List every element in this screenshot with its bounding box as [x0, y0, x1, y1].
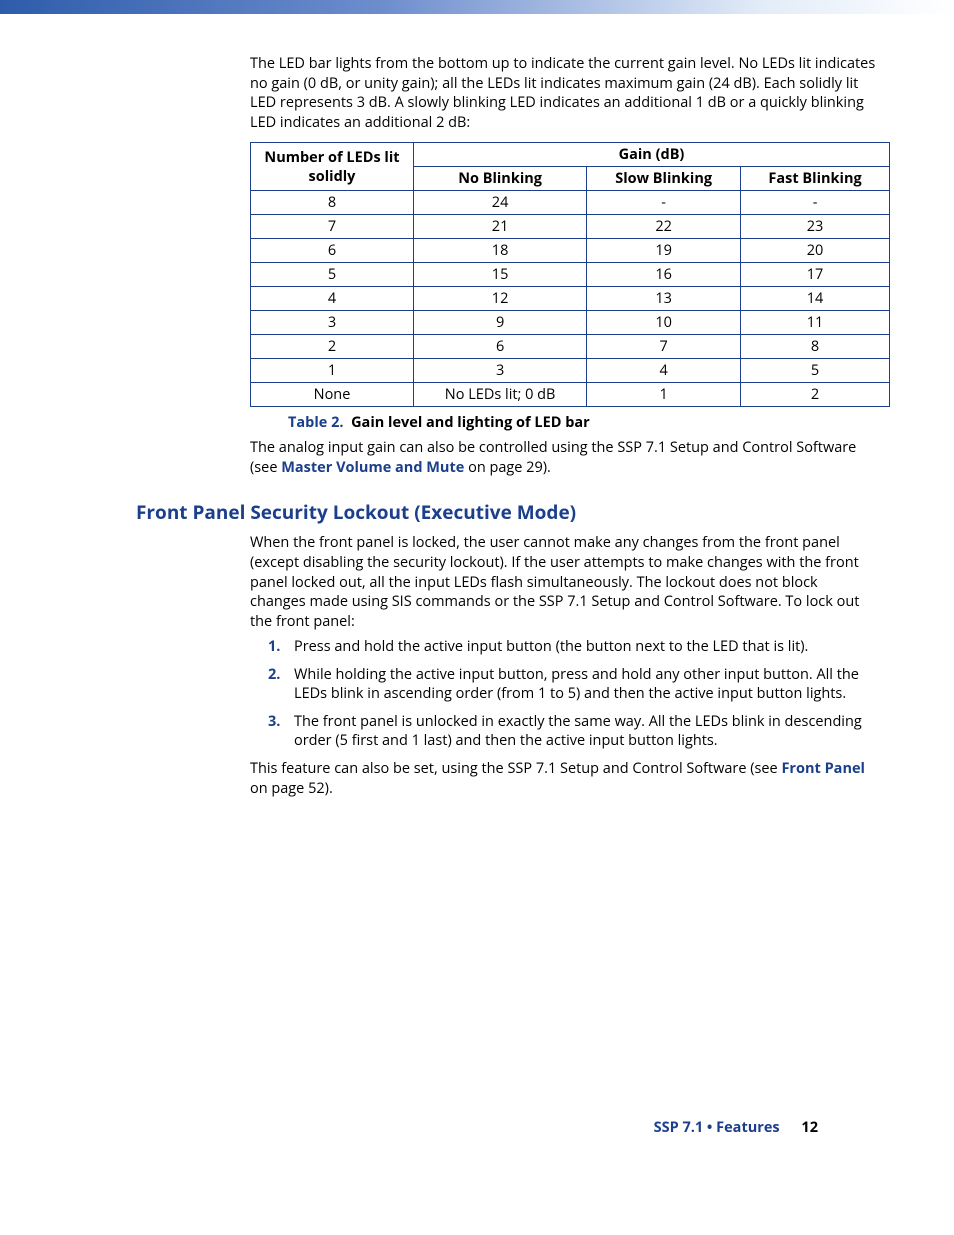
table-cell: 9 — [414, 311, 587, 335]
table-cell: 15 — [414, 263, 587, 287]
table-cell: 18 — [414, 239, 587, 263]
table-cell: 3 — [251, 311, 414, 335]
table-cell: - — [741, 191, 890, 215]
col-no-blinking: No Blinking — [414, 167, 587, 191]
table-row: 2678 — [251, 335, 890, 359]
step-text: Press and hold the active input button (… — [294, 637, 808, 656]
table-cell: 1 — [251, 359, 414, 383]
table-cell: 19 — [587, 239, 741, 263]
table-cell: 8 — [741, 335, 890, 359]
footer-page-number: 12 — [801, 1118, 818, 1137]
table-cell: 5 — [741, 359, 890, 383]
closing-paragraph: This feature can also be set, using the … — [250, 759, 876, 798]
list-item: 2. While holding the active input button,… — [268, 665, 886, 704]
step-marker: 1. — [268, 637, 280, 657]
table-row: 7212223 — [251, 215, 890, 239]
table-cell: 24 — [414, 191, 587, 215]
table-cell: 11 — [741, 311, 890, 335]
closing-pre: This feature can also be set, using the … — [250, 759, 781, 778]
table-row: 1345 — [251, 359, 890, 383]
table-row: 4121314 — [251, 287, 890, 311]
table-row: 6181920 — [251, 239, 890, 263]
table-cell: 14 — [741, 287, 890, 311]
table-row: 824-- — [251, 191, 890, 215]
page-content: The LED bar lights from the bottom up to… — [0, 54, 954, 1137]
step-text: While holding the active input button, p… — [294, 665, 859, 704]
steps-list: 1. Press and hold the active input button… — [268, 637, 886, 751]
table-cell: 3 — [414, 359, 587, 383]
table-cell: 1 — [587, 383, 741, 407]
step-marker: 3. — [268, 712, 280, 732]
step-marker: 2. — [268, 665, 280, 685]
col-gain: Gain (dB) — [414, 143, 890, 167]
table-cell: 8 — [251, 191, 414, 215]
list-item: 1. Press and hold the active input button… — [268, 637, 886, 657]
lockout-intro: When the front panel is locked, the user… — [250, 533, 876, 631]
table-cell: 16 — [587, 263, 741, 287]
caption-label: Table 2. — [288, 413, 344, 432]
after-table-paragraph: The analog input gain can also be contro… — [250, 438, 876, 477]
step-text: The front panel is unlocked in exactly t… — [294, 712, 862, 751]
table-cell: 17 — [741, 263, 890, 287]
table-cell: 21 — [414, 215, 587, 239]
page-footer: SSP 7.1 • Features 12 — [68, 1118, 886, 1137]
col-slow-blinking: Slow Blinking — [587, 167, 741, 191]
closing-post: on page 52). — [250, 779, 333, 798]
table-cell: 23 — [741, 215, 890, 239]
table-row: 391011 — [251, 311, 890, 335]
intro-paragraph: The LED bar lights from the bottom up to… — [250, 54, 876, 132]
col-leds: Number of LEDs lit solidly — [251, 143, 414, 191]
gain-table: Number of LEDs lit solidly Gain (dB) No … — [250, 142, 890, 407]
table-cell: 20 — [741, 239, 890, 263]
table-cell: 4 — [251, 287, 414, 311]
table-cell: 2 — [251, 335, 414, 359]
table-cell: 7 — [251, 215, 414, 239]
table-cell: 2 — [741, 383, 890, 407]
table-cell: 7 — [587, 335, 741, 359]
table-cell: None — [251, 383, 414, 407]
table-cell: 22 — [587, 215, 741, 239]
table-cell: 13 — [587, 287, 741, 311]
table-cell: 10 — [587, 311, 741, 335]
list-item: 3. The front panel is unlocked in exactly… — [268, 712, 886, 751]
table-row: 5151617 — [251, 263, 890, 287]
caption-text: Gain level and lighting of LED bar — [351, 413, 590, 432]
header-accent-bar — [0, 0, 954, 14]
table-row: NoneNo LEDs lit; 0 dB12 — [251, 383, 890, 407]
table-cell: 5 — [251, 263, 414, 287]
link-master-volume[interactable]: Master Volume and Mute — [281, 458, 464, 477]
link-front-panel[interactable]: Front Panel — [781, 759, 865, 778]
col-fast-blinking: Fast Blinking — [741, 167, 890, 191]
table-cell: 12 — [414, 287, 587, 311]
table-cell: - — [587, 191, 741, 215]
table-cell: 4 — [587, 359, 741, 383]
after-table-post: on page 29). — [464, 458, 551, 477]
footer-doc-title: SSP 7.1 • Features — [654, 1118, 780, 1137]
section-heading-lockout: Front Panel Security Lockout (Executive … — [136, 499, 886, 525]
table-cell: 6 — [251, 239, 414, 263]
table-cell: No LEDs lit; 0 dB — [414, 383, 587, 407]
table-caption: Table 2. Gain level and lighting of LED … — [288, 413, 886, 432]
table-cell: 6 — [414, 335, 587, 359]
